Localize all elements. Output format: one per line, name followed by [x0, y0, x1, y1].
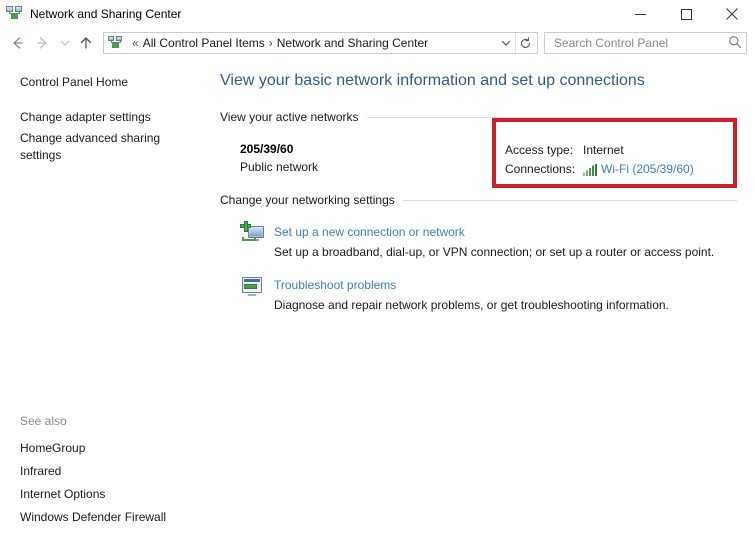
task-description: Set up a broadband, dial-up, or VPN conn…: [274, 245, 715, 259]
page-title: View your basic network information and …: [220, 72, 645, 89]
search-icon[interactable]: [728, 35, 742, 52]
see-also-item-infrared[interactable]: Infrared: [20, 460, 200, 483]
breadcrumb-separator: ›: [268, 36, 273, 50]
sidebar: Control Panel Home Change adapter settin…: [0, 58, 210, 537]
navigation-bar: « All Control Panel Items › Network and …: [0, 28, 755, 58]
section-divider: [402, 199, 737, 201]
task-text-block: Set up a new connection or network Set u…: [274, 223, 714, 262]
task-text-block: Troubleshoot problems Diagnose and repai…: [274, 276, 669, 315]
active-network-row: 205/39/60 Public network Access type: In…: [220, 140, 737, 179]
address-bar-network-sharing-icon: [108, 35, 124, 51]
sidebar-item-control-panel-home[interactable]: Control Panel Home: [20, 74, 190, 91]
content-area: Control Panel Home Change adapter settin…: [0, 58, 755, 537]
see-also-item-homegroup[interactable]: HomeGroup: [20, 437, 200, 460]
connection-link-wifi[interactable]: Wi-Fi (205/39/60): [601, 160, 694, 179]
refresh-icon[interactable]: [515, 33, 535, 53]
breadcrumb-item-all-control-panel-items[interactable]: All Control Panel Items: [143, 36, 265, 50]
minimize-button[interactable]: [617, 0, 663, 28]
task-link-set-up-new-connection[interactable]: Set up a new connection or network: [274, 224, 465, 241]
forward-arrow-icon[interactable]: [30, 30, 56, 56]
active-networks-section-title: View your active networks: [220, 110, 359, 124]
sidebar-item-change-adapter-settings[interactable]: Change adapter settings: [20, 109, 190, 126]
troubleshoot-icon: [240, 276, 266, 302]
search-box[interactable]: [544, 32, 747, 54]
task-troubleshoot-problems[interactable]: Troubleshoot problems Diagnose and repai…: [220, 276, 737, 315]
network-sharing-icon: [6, 6, 23, 22]
sidebar-item-change-advanced-sharing-settings[interactable]: Change advanced sharing settings: [20, 130, 190, 164]
breadcrumb-prefix: «: [132, 36, 139, 50]
task-link-troubleshoot-problems[interactable]: Troubleshoot problems: [274, 277, 396, 294]
up-arrow-icon[interactable]: [73, 30, 99, 56]
title-bar: Network and Sharing Center: [0, 0, 755, 28]
task-set-up-new-connection[interactable]: Set up a new connection or network Set u…: [220, 221, 737, 262]
active-networks-section-header: View your active networks: [220, 110, 737, 124]
main-pane: View your basic network information and …: [210, 58, 755, 537]
network-details: Access type: Internet Connections: Wi-Fi…: [505, 140, 737, 179]
window-title: Network and Sharing Center: [30, 7, 182, 21]
address-bar[interactable]: « All Control Panel Items › Network and …: [103, 32, 538, 54]
network-name: 205/39/60: [240, 142, 294, 156]
access-type-value: Internet: [583, 143, 624, 157]
see-also-item-internet-options[interactable]: Internet Options: [20, 483, 200, 506]
access-type-row: Access type: Internet: [505, 141, 737, 160]
breadcrumb-item-network-and-sharing-center[interactable]: Network and Sharing Center: [277, 36, 428, 50]
network-identity: 205/39/60 Public network: [240, 140, 505, 179]
window-controls: [617, 0, 755, 28]
connections-label: Connections:: [505, 162, 576, 176]
networking-settings-section-title: Change your networking settings: [220, 193, 395, 207]
title-bar-left: Network and Sharing Center: [0, 6, 181, 22]
recent-locations-chevron-down-icon[interactable]: [56, 30, 73, 56]
back-arrow-icon[interactable]: [4, 30, 30, 56]
networking-settings-section-header: Change your networking settings: [220, 193, 737, 207]
access-type-label: Access type:: [505, 143, 574, 157]
new-connection-icon: [240, 221, 266, 249]
section-divider: [366, 116, 737, 118]
task-description: Diagnose and repair network problems, or…: [274, 298, 669, 312]
connections-row: Connections: Wi-Fi (205/39/60): [505, 160, 737, 179]
search-input[interactable]: [552, 35, 728, 51]
see-also-title: See also: [20, 414, 67, 428]
wifi-signal-icon: [583, 163, 597, 176]
close-button[interactable]: [709, 0, 755, 28]
address-bar-chevron-down-icon[interactable]: [497, 33, 515, 53]
network-profile-type: Public network: [240, 160, 319, 174]
see-also-item-windows-defender-firewall[interactable]: Windows Defender Firewall: [20, 506, 200, 529]
maximize-button[interactable]: [663, 0, 709, 28]
see-also-section: See also HomeGroup Infrared Internet Opt…: [20, 414, 200, 529]
